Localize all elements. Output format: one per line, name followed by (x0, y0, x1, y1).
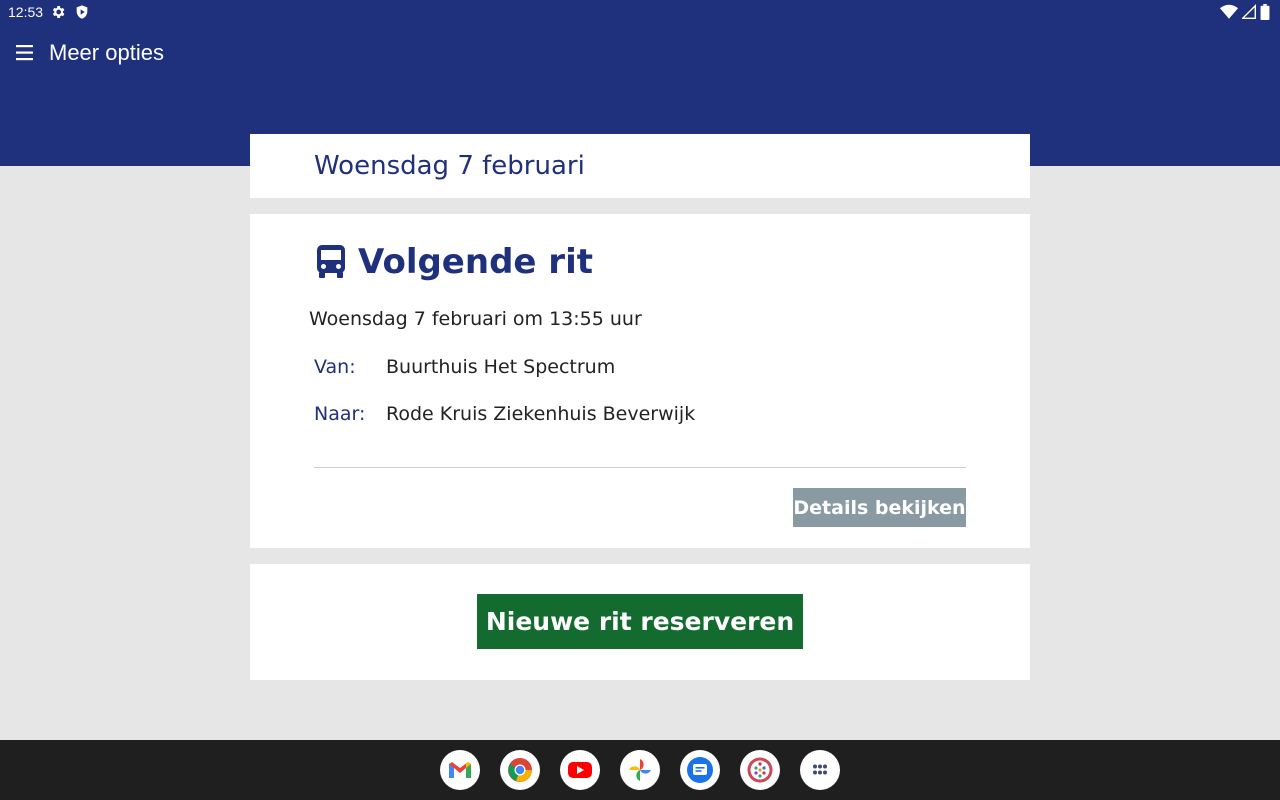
signal-icon (1241, 3, 1256, 23)
youtube-icon[interactable] (560, 750, 600, 790)
ride-heading: Volgende rit (316, 242, 593, 282)
battery-icon (1260, 3, 1270, 23)
to-label: Naar: (314, 403, 366, 425)
from-label: Van: (314, 356, 356, 378)
wifi-icon (1220, 4, 1238, 23)
details-button[interactable]: Details bekijken (793, 488, 966, 527)
ride-title: Volgende rit (358, 242, 593, 282)
hamburger-menu-icon[interactable] (12, 40, 38, 66)
next-ride-card: Volgende rit Woensdag 7 februari om 13:5… (250, 214, 1030, 548)
app-icon[interactable] (740, 750, 780, 790)
date-card: Woensdag 7 februari (250, 134, 1030, 198)
app-drawer-icon[interactable] (800, 750, 840, 790)
app-dock (440, 750, 840, 790)
app-bar: Meer opties (0, 34, 1280, 74)
shield-icon (74, 4, 92, 22)
divider (314, 467, 966, 468)
status-time: 12:53 (8, 4, 44, 20)
status-bar: 12:53 (0, 0, 1280, 26)
date-title: Woensdag 7 februari (314, 151, 585, 181)
bus-icon (316, 245, 346, 279)
new-ride-card: Nieuwe rit reserveren (250, 564, 1030, 680)
chrome-icon[interactable] (500, 750, 540, 790)
from-value: Buurthuis Het Spectrum (386, 356, 616, 378)
photos-icon[interactable] (620, 750, 660, 790)
new-ride-button[interactable]: Nieuwe rit reserveren (477, 594, 803, 649)
navigation-bar (0, 740, 1280, 800)
messages-icon[interactable] (680, 750, 720, 790)
gmail-icon[interactable] (440, 750, 480, 790)
to-value: Rode Kruis Ziekenhuis Beverwijk (386, 403, 696, 425)
status-right-icons (1220, 3, 1270, 23)
ride-datetime: Woensdag 7 februari om 13:55 uur (309, 308, 642, 330)
app-bar-title: Meer opties (49, 40, 164, 65)
settings-icon (50, 4, 68, 22)
